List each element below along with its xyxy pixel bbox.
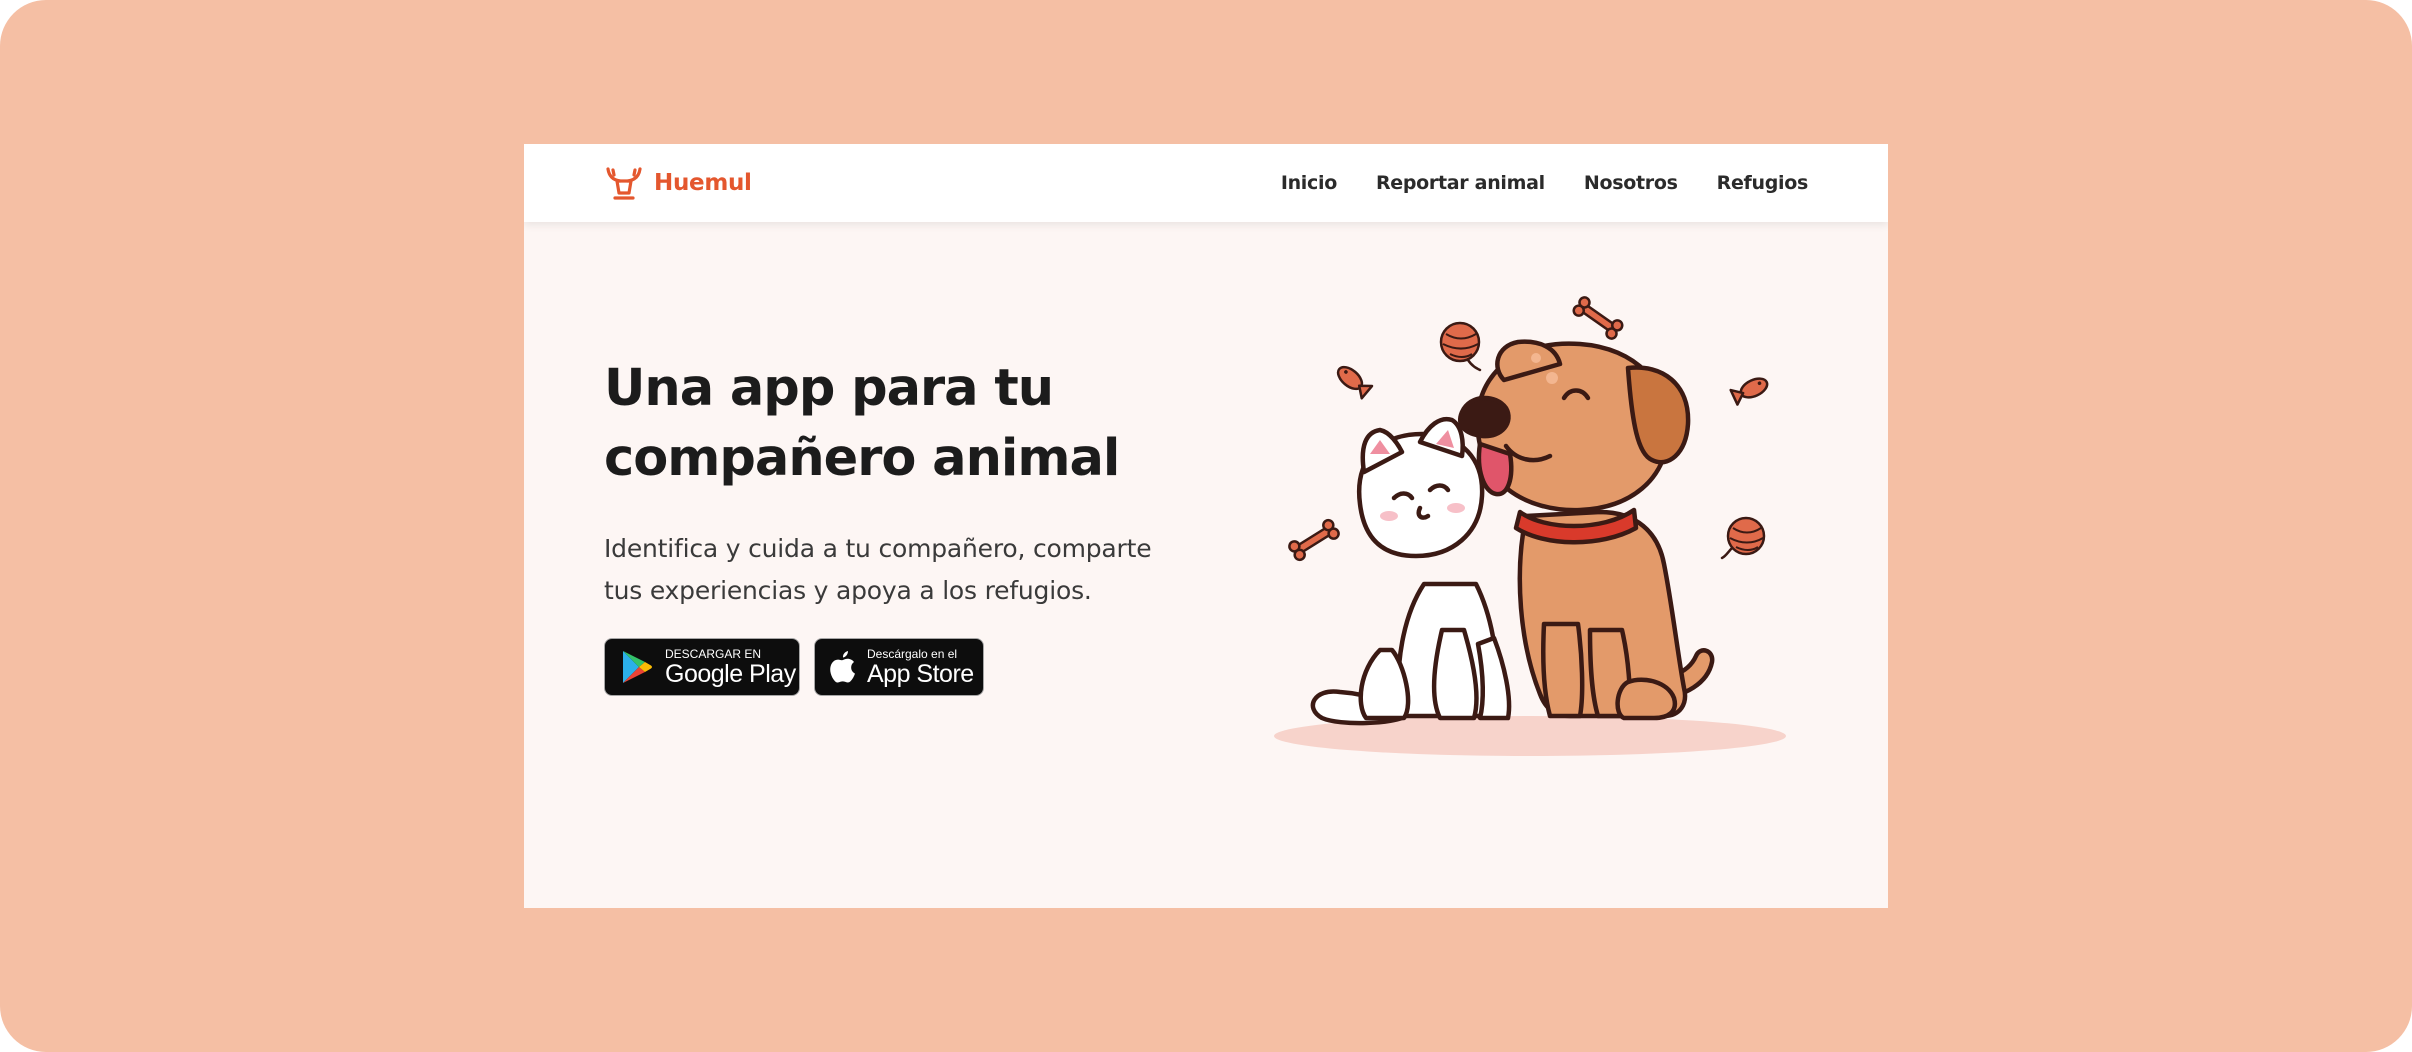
cat-blush xyxy=(1447,503,1465,513)
app-store-button[interactable]: Descárgalo en el App Store xyxy=(814,638,984,696)
hero-subtitle: Identifica y cuida a tu compañero, compa… xyxy=(604,528,1224,612)
dog-highlight xyxy=(1531,353,1541,363)
fish-icon xyxy=(1729,377,1769,406)
brand-logo[interactable]: Huemul xyxy=(604,166,752,200)
google-play-text: DESCARGAR EN Google Play xyxy=(665,648,796,687)
google-play-button[interactable]: DESCARGAR EN Google Play xyxy=(604,638,800,696)
apple-icon xyxy=(830,651,855,683)
hero-title-line-1: Una app para tu xyxy=(604,359,1054,418)
bone-icon xyxy=(1288,518,1340,562)
google-play-label: Google Play xyxy=(665,659,796,688)
nav-link-refugios[interactable]: Refugios xyxy=(1717,172,1809,194)
brand-name: Huemul xyxy=(654,170,752,196)
app-store-label: App Store xyxy=(867,659,974,688)
nav-link-reportar-animal[interactable]: Reportar animal xyxy=(1376,172,1545,194)
hero-title: Una app para tu compañero animal xyxy=(604,354,1244,494)
hero-subtitle-line-1: Identifica y cuida a tu compañero, compa… xyxy=(604,534,1152,563)
app-store-small-label: Descárgalo en el xyxy=(867,646,958,661)
dog-highlight xyxy=(1546,372,1558,384)
yarn-ball-icon xyxy=(1720,516,1766,560)
app-store-text: Descárgalo en el App Store xyxy=(867,648,974,687)
yarn-ball-icon xyxy=(1439,321,1482,372)
cat-and-dog-illustration xyxy=(1274,296,1786,756)
nav-link-nosotros[interactable]: Nosotros xyxy=(1584,172,1678,194)
cat-blush xyxy=(1380,511,1398,521)
google-play-small-label: DESCARGAR EN xyxy=(665,646,762,661)
hero-title-line-2: compañero animal xyxy=(604,429,1120,488)
fish-icon xyxy=(1336,365,1374,400)
deer-antlers-icon xyxy=(606,167,642,200)
navbar: Huemul Inicio Reportar animal Nosotros R… xyxy=(524,144,1888,222)
google-play-icon xyxy=(623,651,652,683)
website-frame: Huemul Inicio Reportar animal Nosotros R… xyxy=(524,144,1888,908)
nav-menu: Inicio Reportar animal Nosotros Refugios xyxy=(1281,172,1808,194)
bone-icon xyxy=(1572,296,1624,340)
hero-subtitle-line-2: tus experiencias y apoya a los refugios. xyxy=(604,576,1092,605)
nav-link-inicio[interactable]: Inicio xyxy=(1281,172,1337,194)
